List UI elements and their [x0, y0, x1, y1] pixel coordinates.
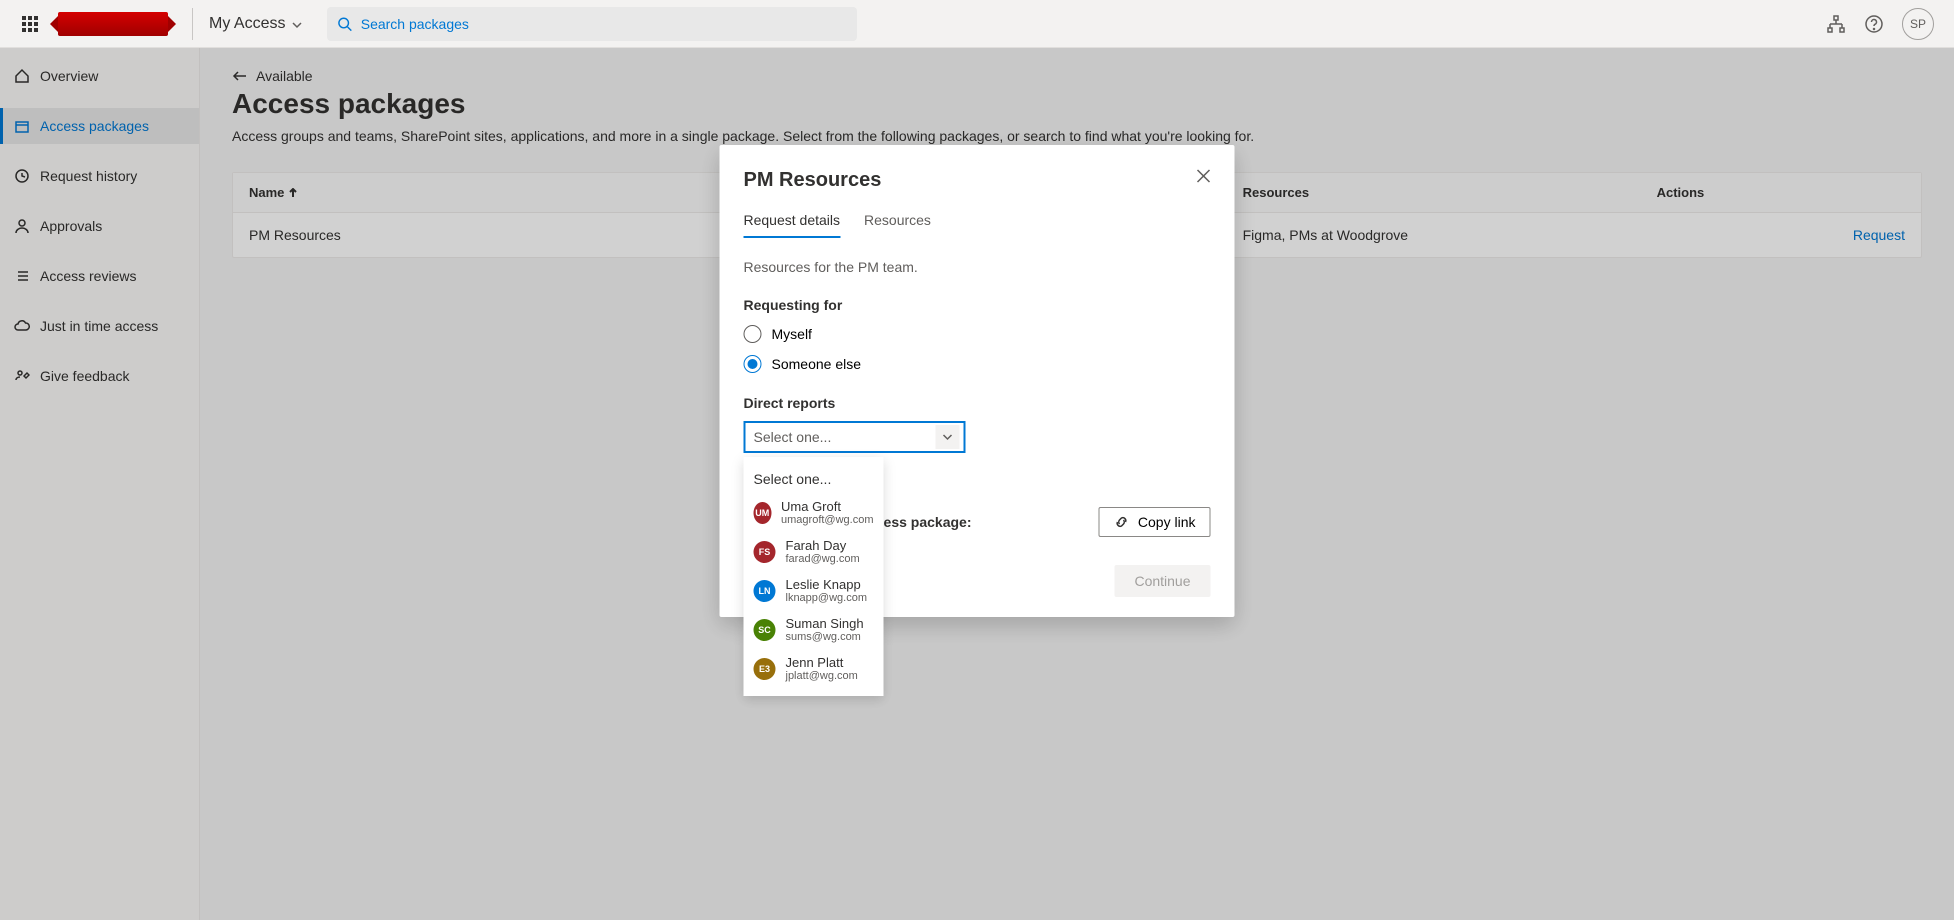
dropdown-item[interactable]: FS Farah Dayfarad@wg.com	[744, 532, 884, 571]
person-avatar: UM	[754, 502, 772, 524]
person-avatar: FS	[754, 541, 776, 563]
radio-someone-else[interactable]: Someone else	[744, 355, 1211, 373]
dropdown-item[interactable]: E3 Jenn Plattjplatt@wg.com	[744, 649, 884, 688]
dropdown-item[interactable]: UM Uma Groftumagroft@wg.com	[744, 493, 884, 532]
user-avatar[interactable]: SP	[1902, 8, 1934, 40]
person-name: Jenn Platt	[786, 655, 858, 670]
dropdown-item[interactable]: LN Leslie Knapplknapp@wg.com	[744, 571, 884, 610]
request-dialog: PM Resources Request details Resources R…	[720, 145, 1235, 617]
tenant-logo	[58, 12, 168, 36]
person-email: lknapp@wg.com	[786, 592, 867, 604]
top-right-controls: SP	[1826, 8, 1944, 40]
person-avatar: E3	[754, 658, 776, 680]
chevron-down-icon	[291, 18, 303, 30]
top-bar: My Access SP	[0, 0, 1954, 48]
tab-request-details[interactable]: Request details	[744, 212, 841, 238]
tab-resources[interactable]: Resources	[864, 212, 931, 238]
app-switcher[interactable]: My Access	[192, 8, 303, 40]
radio-indicator	[744, 355, 762, 373]
dropdown-item[interactable]: SC Suman Singhsums@wg.com	[744, 610, 884, 649]
continue-button[interactable]: Continue	[1114, 565, 1210, 597]
dropdown-placeholder[interactable]: Select one...	[744, 465, 884, 493]
direct-reports-combo[interactable]: Select one... Select one... UMUma Groftu…	[744, 421, 966, 453]
combo-toggle[interactable]	[936, 425, 960, 449]
app-launcher-button[interactable]	[10, 4, 50, 44]
copy-link-button[interactable]: Copy link	[1099, 507, 1211, 537]
radio-indicator	[744, 325, 762, 343]
radio-label: Someone else	[772, 356, 862, 372]
search-box[interactable]	[327, 7, 857, 41]
radio-myself[interactable]: Myself	[744, 325, 1211, 343]
person-avatar: SC	[754, 619, 776, 641]
search-icon	[337, 16, 352, 32]
dialog-title: PM Resources	[744, 169, 882, 192]
radio-label: Myself	[772, 326, 812, 342]
person-email: umagroft@wg.com	[781, 514, 873, 526]
person-name: Uma Groft	[781, 499, 873, 514]
waffle-icon	[22, 16, 38, 32]
combo-placeholder: Select one...	[754, 429, 832, 445]
direct-reports-dropdown: Select one... UM Uma Groftumagroft@wg.com…	[744, 457, 884, 696]
app-name: My Access	[209, 15, 285, 33]
person-name: Leslie Knapp	[786, 577, 867, 592]
close-button[interactable]	[1197, 169, 1211, 188]
dialog-tabs: Request details Resources	[744, 212, 1211, 239]
link-icon	[1114, 514, 1130, 530]
chevron-down-icon	[942, 431, 954, 443]
person-email: farad@wg.com	[786, 553, 860, 565]
search-input[interactable]	[361, 16, 848, 32]
sitemap-icon[interactable]	[1826, 14, 1846, 34]
person-email: jplatt@wg.com	[786, 670, 858, 682]
person-name: Suman Singh	[786, 616, 864, 631]
help-icon[interactable]	[1864, 14, 1884, 34]
direct-reports-label: Direct reports	[744, 395, 1211, 411]
person-name: Farah Day	[786, 538, 860, 553]
person-avatar: LN	[754, 580, 776, 602]
person-email: sums@wg.com	[786, 631, 864, 643]
dialog-description: Resources for the PM team.	[744, 259, 1211, 275]
close-icon	[1197, 169, 1211, 183]
requesting-for-label: Requesting for	[744, 297, 1211, 313]
